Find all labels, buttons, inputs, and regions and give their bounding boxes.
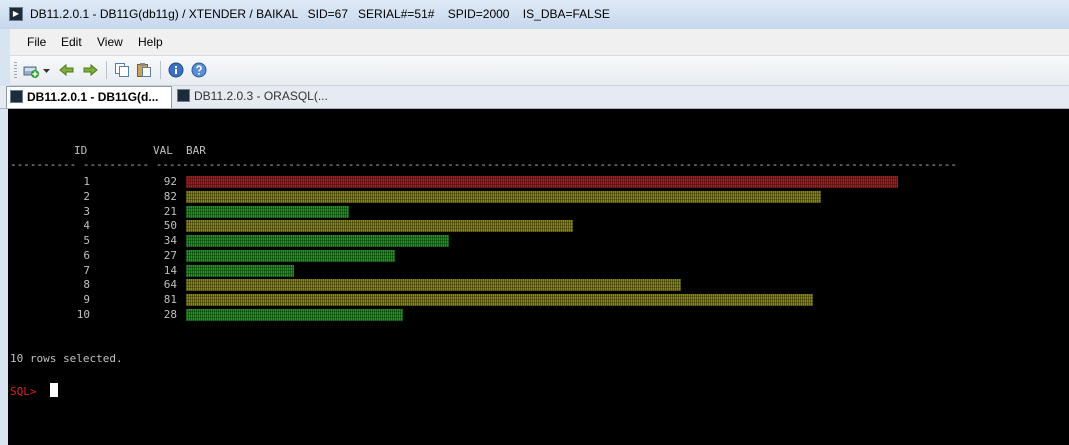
value-bar — [186, 205, 349, 218]
row-id: 5 — [83, 234, 91, 247]
value-bar — [186, 190, 821, 203]
row-val: 34 — [163, 234, 178, 247]
tab-session-2[interactable]: DB11.2.0.3 - ORASQL(... — [174, 86, 330, 108]
row-id: 7 — [83, 263, 91, 277]
value-bar — [186, 279, 682, 292]
menu-edit[interactable]: Edit — [61, 35, 82, 49]
column-header-id: ID — [74, 144, 88, 157]
session-tabs: DB11.2.0.1 - DB11G(d... DB11.2.0.3 - ORA… — [0, 86, 1069, 109]
row-id: 6 — [83, 248, 91, 262]
sql-terminal[interactable]: ID VAL BAR 1 92 2 82 3 21 4 50 5 34 6 27 7 14 8 64 9 81 10… — [8, 109, 1069, 445]
value-bar — [186, 220, 573, 233]
toolbar-separator — [160, 61, 161, 79]
tab-label: DB11.2.0.1 - DB11G(d... — [27, 90, 159, 104]
row-val: 27 — [163, 248, 178, 262]
menu-file[interactable]: File — [27, 35, 46, 49]
window-title: DB11.2.0.1 - DB11G(db11g) / XTENDER / BA… — [30, 7, 610, 21]
row-id: 8 — [83, 278, 91, 292]
dropdown-arrow-icon[interactable] — [42, 62, 51, 78]
row-id: 4 — [83, 219, 91, 233]
row-id: 2 — [83, 189, 91, 203]
row-val: 64 — [163, 278, 178, 292]
value-bar — [186, 176, 899, 188]
session-icon — [177, 89, 190, 102]
row-val: 81 — [163, 293, 178, 306]
menu-view[interactable]: View — [97, 35, 123, 49]
value-bar — [186, 294, 813, 306]
tab-label: DB11.2.0.3 - ORASQL(... — [194, 89, 328, 103]
menu-bar: File Edit View Help — [10, 29, 1069, 56]
toolbar — [10, 56, 1069, 86]
value-bar — [186, 308, 403, 321]
copy-icon[interactable] — [114, 62, 131, 78]
help-icon[interactable] — [191, 62, 208, 78]
value-bar — [186, 249, 395, 262]
text-cursor — [50, 383, 58, 397]
info-icon[interactable] — [168, 62, 185, 78]
sql-prompt: SQL> — [10, 385, 37, 398]
row-val: 14 — [163, 263, 178, 277]
row-val: 28 — [163, 307, 178, 321]
row-val: 92 — [163, 175, 178, 188]
toolbar-separator — [106, 61, 107, 79]
session-icon — [10, 90, 23, 103]
toolbar-grip[interactable] — [14, 62, 17, 78]
forward-icon[interactable] — [82, 62, 99, 78]
rows-selected-message: 10 rows selected. — [10, 352, 123, 365]
column-header-val: VAL — [153, 144, 173, 157]
column-header-bar: BAR — [186, 144, 206, 157]
value-bar — [186, 235, 450, 247]
row-id: 10 — [76, 307, 91, 321]
app-icon: ▶ — [9, 7, 23, 21]
value-bar — [186, 264, 295, 277]
row-id: 9 — [83, 293, 91, 306]
row-val: 50 — [163, 219, 178, 233]
paste-icon[interactable] — [136, 62, 153, 78]
new-connection-icon[interactable] — [23, 62, 40, 78]
row-id: 1 — [83, 175, 91, 188]
header-separator: ---------- ---------- ------------------… — [10, 158, 958, 171]
row-id: 3 — [83, 204, 91, 218]
back-icon[interactable] — [58, 62, 75, 78]
row-val: 82 — [163, 189, 178, 203]
row-val: 21 — [163, 204, 178, 218]
title-bar: ▶ DB11.2.0.1 - DB11G(db11g) / XTENDER / … — [0, 0, 1069, 29]
menu-help[interactable]: Help — [138, 35, 163, 49]
tab-session-1[interactable]: DB11.2.0.1 - DB11G(d... — [6, 86, 172, 108]
